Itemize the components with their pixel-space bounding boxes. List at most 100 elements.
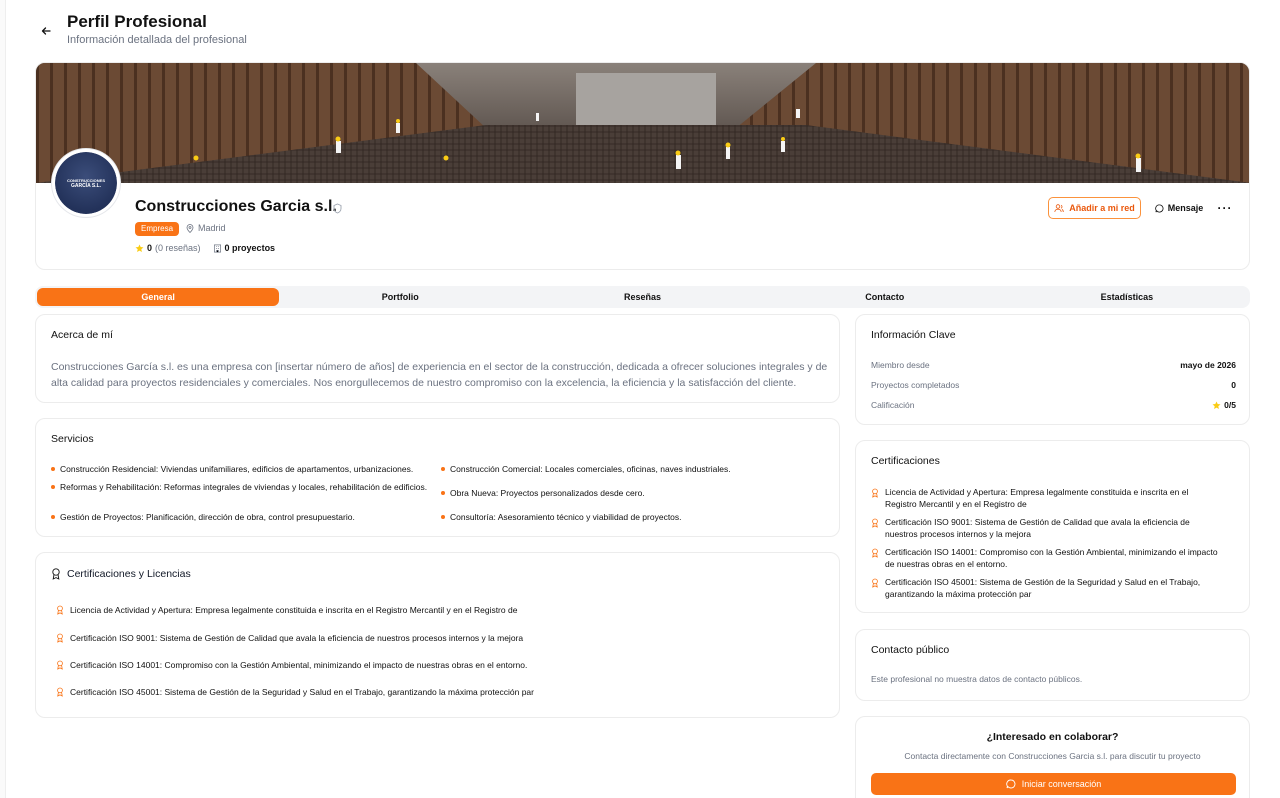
award-icon (872, 578, 878, 588)
bullet-dot (51, 515, 55, 519)
certification-item: Licencia de Actividad y Apertura: Empres… (56, 605, 517, 615)
completed-projects-row: Proyectos completados 0 (871, 380, 1236, 390)
service-text: Consultoría: Asesoramiento técnico y via… (450, 512, 682, 522)
page-title: Perfil Profesional (67, 12, 207, 31)
tab-contacto[interactable]: Contacto (764, 288, 1006, 306)
key-info-card: Información Clave Miembro desde mayo de … (855, 314, 1250, 425)
profile-tabs: General Portfolio Reseñas Contacto Estad… (35, 286, 1250, 308)
award-icon (52, 568, 60, 580)
certification-item: Certificación ISO 14001: Compromiso con … (56, 660, 527, 670)
location-text: Madrid (198, 223, 226, 233)
bullet-dot (51, 485, 55, 489)
certification-text: Licencia de Actividad y Apertura: Empres… (885, 487, 1189, 509)
public-contact-card: Contacto público Este profesional no mue… (855, 629, 1250, 701)
service-text: Gestión de Proyectos: Planificación, dir… (60, 512, 355, 522)
award-icon (57, 660, 63, 670)
building-icon (213, 244, 221, 252)
award-icon (57, 633, 63, 643)
certifications-header: Certificaciones y Licencias (51, 568, 191, 580)
service-text: Construcción Residencial: Viviendas unif… (60, 464, 414, 474)
service-item: Construcción Residencial: Viviendas unif… (51, 463, 431, 475)
tab-estadisticas[interactable]: Estadísticas (1006, 288, 1248, 306)
more-options-button[interactable]: ··· (1214, 197, 1236, 219)
tab-general[interactable]: General (37, 288, 280, 306)
certification-item: Licencia de Actividad y Apertura: Empres… (871, 486, 1221, 510)
award-icon (872, 518, 878, 528)
profile-card: CONSTRUCCIONES GARCÍA S.L. Construccione… (35, 62, 1250, 270)
service-item: Obra Nueva: Proyectos personalizados des… (441, 487, 826, 499)
certifications-side-title: Certificaciones (871, 455, 940, 467)
member-since-row: Miembro desde mayo de 2026 (871, 360, 1236, 370)
info-value: 0/5 (1224, 400, 1236, 410)
company-logo-avatar: CONSTRUCCIONES GARCÍA S.L. (52, 149, 120, 217)
certification-text: Certificación ISO 9001: Sistema de Gesti… (885, 517, 1190, 539)
service-item: Reformas y Rehabilitación: Reformas inte… (51, 481, 431, 493)
info-label: Calificación (871, 400, 915, 410)
collaborate-card: ¿Interesado en colaborar? Contacta direc… (855, 716, 1250, 798)
services-card: Servicios Construcción Residencial: Vivi… (35, 418, 840, 537)
start-conversation-label: Iniciar conversación (1021, 779, 1102, 789)
certifications-side-card: Certificaciones Licencia de Actividad y … (855, 440, 1250, 613)
arrow-left-icon (41, 27, 51, 35)
award-icon (57, 605, 63, 615)
add-to-network-button[interactable]: Añadir a mi red (1048, 197, 1141, 219)
certification-text: Certificación ISO 14001: Compromiso con … (70, 660, 528, 670)
logo-text-line2: GARCÍA S.L. (70, 182, 102, 189)
back-button[interactable] (35, 20, 57, 42)
rating-value-wrap: 0/5 (1212, 400, 1236, 410)
service-item: Consultoría: Asesoramiento técnico y via… (441, 511, 826, 523)
collaborate-title: ¿Interesado en colaborar? (986, 731, 1119, 743)
certification-item: Certificación ISO 14001: Compromiso con … (871, 546, 1221, 570)
certification-item: Certificación ISO 45001: Sistema de Gest… (56, 687, 534, 697)
certifications-title: Certificaciones y Licencias (67, 568, 191, 580)
info-value: 0 (1231, 380, 1236, 390)
tab-resenas[interactable]: Reseñas (521, 288, 763, 306)
info-label: Miembro desde (871, 360, 930, 370)
message-circle-icon (1155, 203, 1164, 212)
left-edge-strip (0, 0, 6, 798)
public-contact-note: Este profesional no muestra datos de con… (871, 674, 1083, 684)
certification-text: Certificación ISO 45001: Sistema de Gest… (885, 577, 1201, 599)
about-title: Acerca de mí (51, 329, 113, 341)
certification-item: Certificación ISO 45001: Sistema de Gest… (871, 576, 1221, 600)
public-contact-title: Contacto público (871, 644, 950, 656)
map-pin-icon (186, 223, 194, 233)
certification-text: Certificación ISO 14001: Compromiso con … (885, 547, 1218, 569)
cover-banner-image (36, 63, 1249, 183)
service-text: Construcción Comercial: Locales comercia… (450, 464, 731, 474)
message-circle-icon (1006, 779, 1016, 789)
star-icon (1212, 401, 1221, 409)
info-label: Proyectos completados (871, 380, 960, 390)
award-icon (872, 548, 878, 558)
star-icon (135, 244, 144, 252)
collaborate-subtitle: Contacta directamente con Construcciones… (904, 751, 1201, 761)
certification-item: Certificación ISO 9001: Sistema de Gesti… (871, 516, 1221, 540)
bullet-dot (441, 467, 445, 471)
bullet-dot (51, 467, 55, 471)
location: Madrid (186, 223, 226, 233)
service-item: Gestión de Proyectos: Planificación, dir… (51, 511, 431, 523)
award-icon (57, 687, 63, 697)
award-icon (872, 488, 878, 498)
rating-reviews: (0 reseñas) (155, 243, 201, 253)
service-text: Obra Nueva: Proyectos personalizados des… (450, 488, 645, 498)
message-button[interactable]: Mensaje (1148, 197, 1210, 219)
bullet-dot (441, 491, 445, 495)
projects-count: 0 proyectos (224, 243, 276, 253)
company-type-badge: Empresa (135, 222, 180, 236)
add-to-network-label: Añadir a mi red (1069, 203, 1135, 213)
users-icon (1054, 203, 1064, 212)
rating-value: 0 (147, 243, 153, 253)
page-subtitle: Información detallada del profesional (67, 34, 247, 46)
rating-row: Calificación 0/5 (871, 400, 1236, 410)
company-name: Construcciones Garcia s.l. (135, 198, 337, 215)
key-info-title: Información Clave (871, 329, 956, 341)
about-card: Acerca de mí Construcciones García s.l. … (35, 314, 840, 403)
certification-text: Certificación ISO 45001: Sistema de Gest… (70, 687, 534, 697)
bullet-dot (441, 515, 445, 519)
tab-portfolio[interactable]: Portfolio (279, 288, 521, 306)
profile-stats: 0 (0 reseñas) 0 proyectos (135, 243, 275, 253)
start-conversation-button[interactable]: Iniciar conversación (871, 773, 1236, 795)
certification-item: Certificación ISO 9001: Sistema de Gesti… (56, 633, 523, 643)
service-text: Reformas y Rehabilitación: Reformas inte… (60, 482, 428, 492)
